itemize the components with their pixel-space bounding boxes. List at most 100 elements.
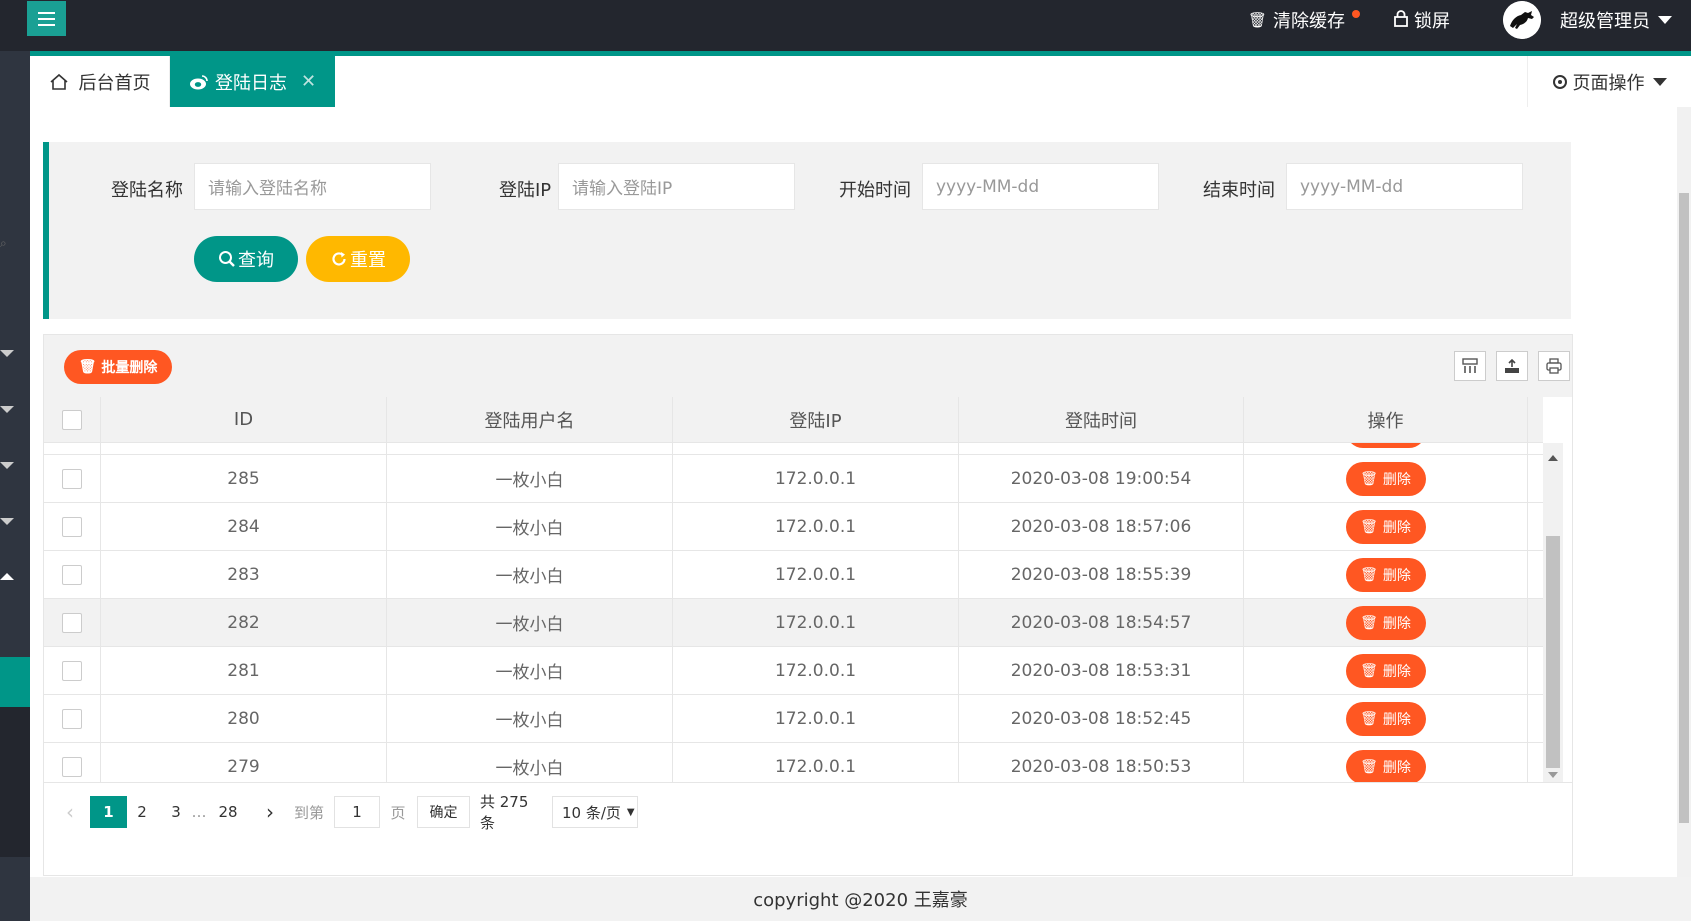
cell-id: 283: [101, 551, 387, 598]
top-header: 🗑 清除缓存 锁屏 超级管理员: [0, 0, 1691, 51]
main-content: 登陆名称 请输入登陆名称 登陆IP 请输入登陆IP 开始时间 yyyy-MM-d…: [30, 107, 1691, 877]
lock-screen-button[interactable]: 锁屏: [1394, 0, 1450, 40]
row-select-cell: [44, 647, 101, 694]
copyright-text: copyright @2020 王嘉豪: [753, 890, 968, 911]
table-row[interactable]: 284 一枚小白 172.0.0.1 2020-03-08 18:57:06 🗑 删除: [44, 503, 1543, 551]
row-checkbox[interactable]: [62, 756, 82, 777]
page-1-button[interactable]: 1: [90, 796, 127, 828]
table-scrollbar[interactable]: [1543, 443, 1563, 782]
cell-id: 282: [101, 599, 387, 646]
sidebar-expand-icon[interactable]: [0, 462, 14, 469]
log-table: 🗑 批量删除 ID 登陆用户名 登陆IP 登陆时间 操作 286一枚: [43, 334, 1573, 876]
end-time-input[interactable]: yyyy-MM-dd: [1286, 163, 1523, 210]
goto-confirm-button[interactable]: 确定: [417, 796, 470, 828]
start-time-input[interactable]: yyyy-MM-dd: [922, 163, 1159, 210]
row-checkbox[interactable]: [62, 468, 82, 489]
delete-button[interactable]: 🗑删除: [1345, 605, 1426, 640]
prev-page-icon[interactable]: ‹: [60, 796, 80, 828]
table-row[interactable]: 280 一枚小白 172.0.0.1 2020-03-08 18:52:45 🗑 删除: [44, 695, 1543, 743]
refresh-icon: [332, 252, 346, 266]
user-menu[interactable]: 超级管理员: [1560, 0, 1672, 40]
delete-button[interactable]: 🗑删除: [1345, 557, 1426, 592]
scroll-down-icon[interactable]: [1548, 772, 1558, 778]
sidebar-expand-icon[interactable]: [0, 518, 14, 525]
table-row[interactable]: 282 一枚小白 172.0.0.1 2020-03-08 18:54:57 🗑 删除: [44, 599, 1543, 647]
row-checkbox[interactable]: [62, 516, 82, 537]
sidebar-expand-icon[interactable]: [0, 350, 14, 357]
cell-actions: 🗑删除: [1244, 647, 1528, 694]
footer: copyright @2020 王嘉豪: [30, 877, 1691, 921]
columns-filter-icon[interactable]: [1454, 351, 1486, 381]
next-page-icon[interactable]: ›: [260, 796, 280, 828]
cell-username: 一枚小白: [387, 455, 673, 502]
sidebar-submenu: [0, 707, 30, 857]
delete-button[interactable]: 🗑删除: [1345, 749, 1426, 782]
scrollbar-thumb[interactable]: [1546, 536, 1560, 768]
tab-home-label: 后台首页: [78, 72, 151, 94]
cell-login-time: 2020-03-08 18:50:53: [959, 743, 1244, 782]
goto-page-input[interactable]: 1: [334, 796, 380, 828]
table-row[interactable]: 283 一枚小白 172.0.0.1 2020-03-08 18:55:39 🗑 删除: [44, 551, 1543, 599]
print-icon[interactable]: [1538, 351, 1570, 381]
cell-ip: 172.0.0.1: [673, 551, 959, 598]
delete-button[interactable]: 🗑删除: [1345, 461, 1426, 496]
table-row[interactable]: 285 一枚小白 172.0.0.1 2020-03-08 19:00:54 🗑 删除: [44, 455, 1543, 503]
page-operations-menu[interactable]: 页面操作: [1527, 56, 1691, 107]
clear-cache-button[interactable]: 🗑 清除缓存: [1248, 0, 1345, 40]
delete-button[interactable]: 🗑删除: [1345, 701, 1426, 736]
delete-label: 删除: [1382, 759, 1411, 776]
row-select-cell: [44, 443, 101, 454]
table-toolbar: 🗑 批量删除: [44, 335, 1572, 397]
trash-icon: 🗑: [1360, 710, 1378, 727]
avatar[interactable]: [1503, 1, 1541, 39]
row-checkbox[interactable]: [62, 660, 82, 681]
delete-button[interactable]: 🗑删除: [1345, 443, 1426, 448]
tab-home[interactable]: 后台首页: [30, 56, 170, 107]
sidebar-item-active[interactable]: [0, 657, 30, 707]
chevron-down-icon: [1658, 16, 1672, 24]
batch-delete-button[interactable]: 🗑 批量删除: [64, 350, 172, 384]
trash-icon: 🗑: [78, 359, 97, 375]
column-header-time[interactable]: 登陆时间: [959, 397, 1244, 442]
search-icon: [219, 251, 235, 267]
export-icon[interactable]: [1496, 351, 1528, 381]
table-row[interactable]: 279 一枚小白 172.0.0.1 2020-03-08 18:50:53 🗑 删除: [44, 743, 1543, 782]
trash-icon: 🗑: [1360, 470, 1378, 487]
reset-button[interactable]: 重置: [306, 236, 410, 282]
column-header-ip[interactable]: 登陆IP: [673, 397, 959, 442]
cell-id: 286: [101, 443, 387, 454]
scroll-up-icon[interactable]: [1548, 455, 1558, 461]
trash-icon: 🗑: [1360, 758, 1378, 775]
login-ip-input[interactable]: 请输入登陆IP: [558, 163, 795, 210]
sidebar-collapse-icon[interactable]: [0, 573, 14, 580]
delete-button[interactable]: 🗑删除: [1345, 509, 1426, 544]
start-time-label: 开始时间: [839, 180, 911, 201]
column-header-username[interactable]: 登陆用户名: [387, 397, 673, 442]
table-row[interactable]: 281 一枚小白 172.0.0.1 2020-03-08 18:53:31 🗑 删除: [44, 647, 1543, 695]
page-3-button[interactable]: 3: [166, 796, 186, 828]
lock-icon: [1394, 9, 1408, 31]
select-all-checkbox[interactable]: [62, 409, 82, 430]
cell-login-time: 2020-03-08 18:54:57: [959, 599, 1244, 646]
tab-login-log[interactable]: 登陆日志 ✕: [170, 56, 335, 107]
row-checkbox[interactable]: [62, 564, 82, 585]
sidebar-expand-icon[interactable]: [0, 406, 14, 413]
query-button[interactable]: 查询: [194, 236, 298, 282]
column-header-id[interactable]: ID: [101, 397, 387, 442]
row-checkbox[interactable]: [62, 708, 82, 729]
page-2-button[interactable]: 2: [132, 796, 152, 828]
delete-button[interactable]: 🗑删除: [1345, 653, 1426, 688]
table-row[interactable]: 286一枚小白172.0.0.12020-03-08 19:04:41 🗑删除: [44, 443, 1543, 455]
row-checkbox[interactable]: [62, 612, 82, 633]
menu-toggle-button[interactable]: [27, 1, 66, 36]
close-icon[interactable]: ✕: [301, 71, 316, 92]
page-size-select[interactable]: 10 条/页 ▼: [552, 796, 638, 828]
cell-actions: 🗑删除: [1244, 443, 1528, 454]
login-name-input[interactable]: 请输入登陆名称: [194, 163, 431, 210]
page-scrollbar-thumb[interactable]: [1679, 193, 1689, 823]
page-28-button[interactable]: 28: [214, 796, 242, 828]
sidebar-search-icon[interactable]: ⌕: [0, 236, 7, 251]
page-scrollbar[interactable]: [1677, 107, 1691, 877]
cell-id: 285: [101, 455, 387, 502]
cell-id: 279: [101, 743, 387, 782]
